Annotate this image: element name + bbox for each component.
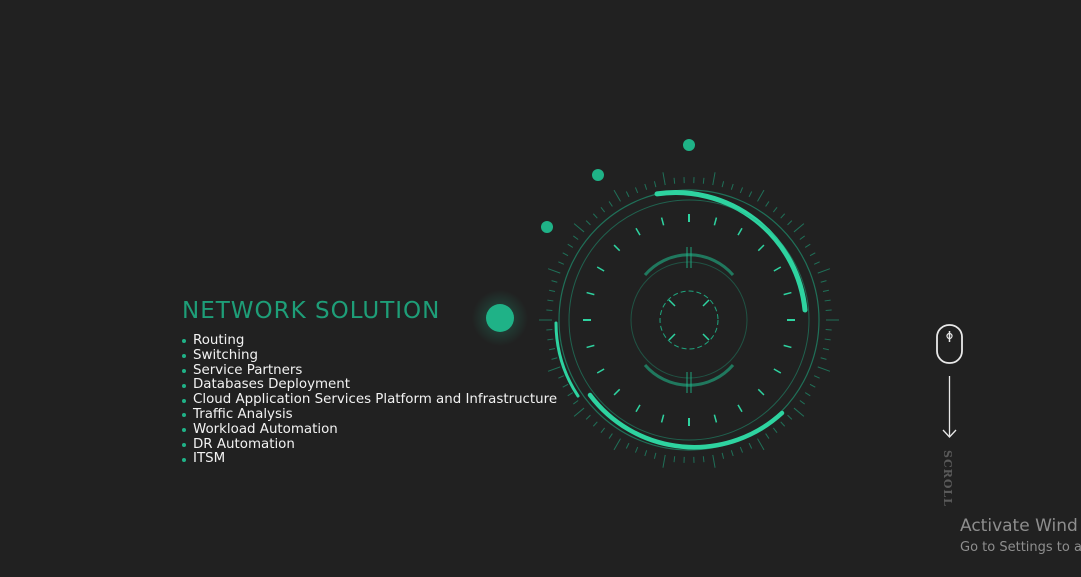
service-label: DR Automation <box>193 436 295 452</box>
radar-dot-large <box>486 304 514 332</box>
bullet-icon <box>182 383 186 388</box>
radar-core-ring <box>630 261 748 379</box>
bullet-icon <box>182 368 186 373</box>
service-label: Routing <box>193 333 245 348</box>
radar-graphic <box>472 139 839 468</box>
radar-inner-ticks <box>583 214 795 426</box>
bullet-icon <box>182 339 186 344</box>
bullet-icon <box>182 428 186 433</box>
service-label: Service Partners <box>193 362 303 378</box>
radar-center-ring <box>659 290 719 350</box>
radar-arc-top <box>654 190 808 313</box>
service-label: Traffic Analysis <box>193 406 293 422</box>
scroll-label: SCROLL <box>941 450 954 507</box>
activate-windows-watermark: Activate Wind Go to Settings to a <box>960 516 1081 557</box>
service-label: Switching <box>193 347 258 363</box>
watermark-subtitle: Go to Settings to a <box>960 540 1081 555</box>
mouse-icon <box>936 324 963 364</box>
bullet-icon <box>182 457 186 462</box>
bullet-icon <box>182 442 186 447</box>
bullet-icon <box>182 413 186 418</box>
radar-outer-ring <box>558 189 820 451</box>
bullet-icon <box>182 354 186 359</box>
watermark-title: Activate Wind <box>960 516 1078 536</box>
page-title: NETWORK SOLUTION <box>182 298 441 324</box>
radar-dot <box>541 221 553 233</box>
service-label: Databases Deployment <box>193 377 351 393</box>
service-label: ITSM <box>193 451 226 467</box>
radar-dot <box>592 169 604 181</box>
radar-dot <box>683 139 695 151</box>
bullet-icon <box>182 398 186 403</box>
service-label: Workload Automation <box>193 421 338 437</box>
